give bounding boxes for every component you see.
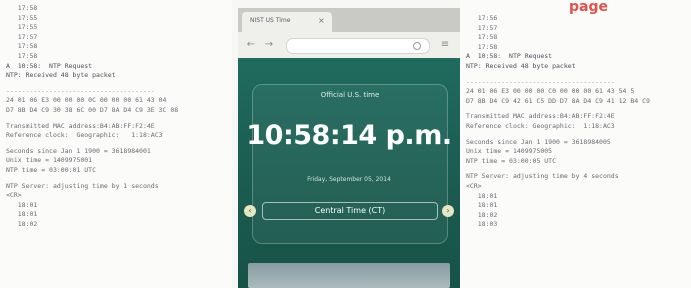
terminal-line: -------------------------------------- bbox=[466, 77, 615, 86]
forward-arrow-icon[interactable]: → bbox=[262, 38, 276, 52]
terminal-line: NTP time = 03:00:05 UTC bbox=[466, 156, 557, 165]
tab-title: NIST US Time bbox=[250, 17, 291, 24]
terminal-line: -------------------------------------- bbox=[6, 86, 155, 95]
card-heading: Official U.S. time bbox=[320, 91, 380, 99]
terminal-line: A 10:58: NTP Request bbox=[6, 61, 93, 70]
terminal-line: 17:55 bbox=[6, 23, 38, 32]
right-terminal-output: 17:56 17:57 17:58 17:58 A 10:58: NTP Requ… bbox=[460, 0, 691, 288]
terminal-line: 18:02 bbox=[466, 210, 498, 219]
terminal-line: NTP: Received 48 byte packet bbox=[466, 61, 576, 70]
terminal-line: Transmitted MAC address:B4:AB:FF:F2:4E bbox=[6, 121, 155, 130]
terminal-line: 17:58 bbox=[6, 42, 38, 51]
brand-banner-text: page bbox=[569, 0, 608, 15]
terminal-line: 24 01 06 E3 00 00 00 0C 00 00 00 61 43 0… bbox=[6, 96, 167, 105]
terminal-line: 18:01 bbox=[466, 201, 498, 210]
browser-tab[interactable]: NIST US Time × bbox=[242, 12, 332, 32]
terminal-line: 18:01 bbox=[466, 191, 498, 200]
terminal-line: <CR> bbox=[6, 191, 22, 200]
left-terminal-output: 17:58 17:55 17:55 17:57 17:58 17:58 A 10:… bbox=[0, 0, 232, 288]
terminal-line: Unix time = 1409975005 bbox=[466, 147, 553, 156]
terminal-line: Reference clock: Geographic: 1:18:AC3 bbox=[466, 121, 615, 130]
menu-icon[interactable]: ≡ bbox=[438, 38, 452, 52]
timezone-select[interactable]: Central Time (CT) bbox=[262, 202, 438, 220]
terminal-line: 18:01 bbox=[6, 210, 38, 219]
terminal-line: Unix time = 1409975001 bbox=[6, 156, 93, 165]
terminal-line: 17:58 bbox=[6, 51, 38, 60]
terminal-line: NTP time = 03:00:01 UTC bbox=[6, 165, 97, 174]
time-page: Official U.S. time 10:58:14 p.m. Friday,… bbox=[238, 58, 460, 288]
terminal-line: 17:58 bbox=[466, 42, 498, 51]
previous-timezone-icon[interactable]: ‹ bbox=[244, 205, 256, 217]
terminal-line: 17:58 bbox=[466, 33, 498, 42]
terminal-line: 17:58 bbox=[6, 4, 38, 12]
terminal-line: D7 8B D4 C9 30 38 6C 00 D7 8A D4 C9 3E 3… bbox=[6, 105, 179, 114]
terminal-line: 17:56 bbox=[466, 14, 498, 22]
terminal-line: <CR> bbox=[466, 181, 482, 190]
clock-display: 10:58:14 p.m. bbox=[246, 120, 452, 151]
browser-toolbar: ← → ≡ bbox=[238, 32, 460, 58]
tab-strip: NIST US Time × bbox=[238, 8, 460, 32]
time-card: Official U.S. time bbox=[252, 84, 448, 244]
terminal-line: Seconds since Jan 1 1900 = 3618984001 bbox=[6, 146, 151, 155]
address-bar[interactable] bbox=[286, 38, 430, 54]
terminal-line: NTP Server: adjusting time by 1 seconds bbox=[6, 181, 159, 190]
back-arrow-icon[interactable]: ← bbox=[244, 38, 258, 52]
terminal-line: 18:01 bbox=[6, 200, 38, 209]
terminal-line: NTP Server: adjusting time by 4 seconds bbox=[466, 172, 619, 181]
terminal-line: Transmitted MAC address:B4:AB:FF:F2:4E bbox=[466, 112, 615, 121]
terminal-line: Seconds since Jan 1 1900 = 3618984005 bbox=[466, 137, 611, 146]
close-icon[interactable]: × bbox=[318, 16, 325, 25]
terminal-line: NTP: Received 48 byte packet bbox=[6, 71, 116, 80]
timezone-selector-row: ‹ Central Time (CT) › bbox=[244, 202, 454, 220]
search-icon bbox=[413, 42, 421, 50]
terminal-line: 17:55 bbox=[6, 13, 38, 22]
terminal-line: 17:57 bbox=[6, 32, 38, 41]
terminal-line: 24 01 06 E3 00 00 00 C0 00 00 00 61 43 5… bbox=[466, 87, 635, 96]
next-timezone-icon[interactable]: › bbox=[442, 205, 454, 217]
date-line: Friday, September 05, 2014 bbox=[307, 176, 391, 183]
terminal-line: A 10:58: NTP Request bbox=[466, 52, 553, 61]
terminal-line: 18:03 bbox=[466, 220, 498, 229]
map-strip-image bbox=[248, 263, 450, 288]
terminal-line: Reference clock: Geographic: 1:18:AC3 bbox=[6, 131, 163, 140]
terminal-line: D7 8B D4 C9 42 61 C5 DD D7 8A D4 C9 41 1… bbox=[466, 96, 650, 105]
terminal-line: 18:02 bbox=[6, 219, 38, 228]
terminal-line: 17:57 bbox=[466, 23, 498, 32]
browser-window: NIST US Time × ← → ≡ Official U.S. time … bbox=[238, 8, 460, 288]
